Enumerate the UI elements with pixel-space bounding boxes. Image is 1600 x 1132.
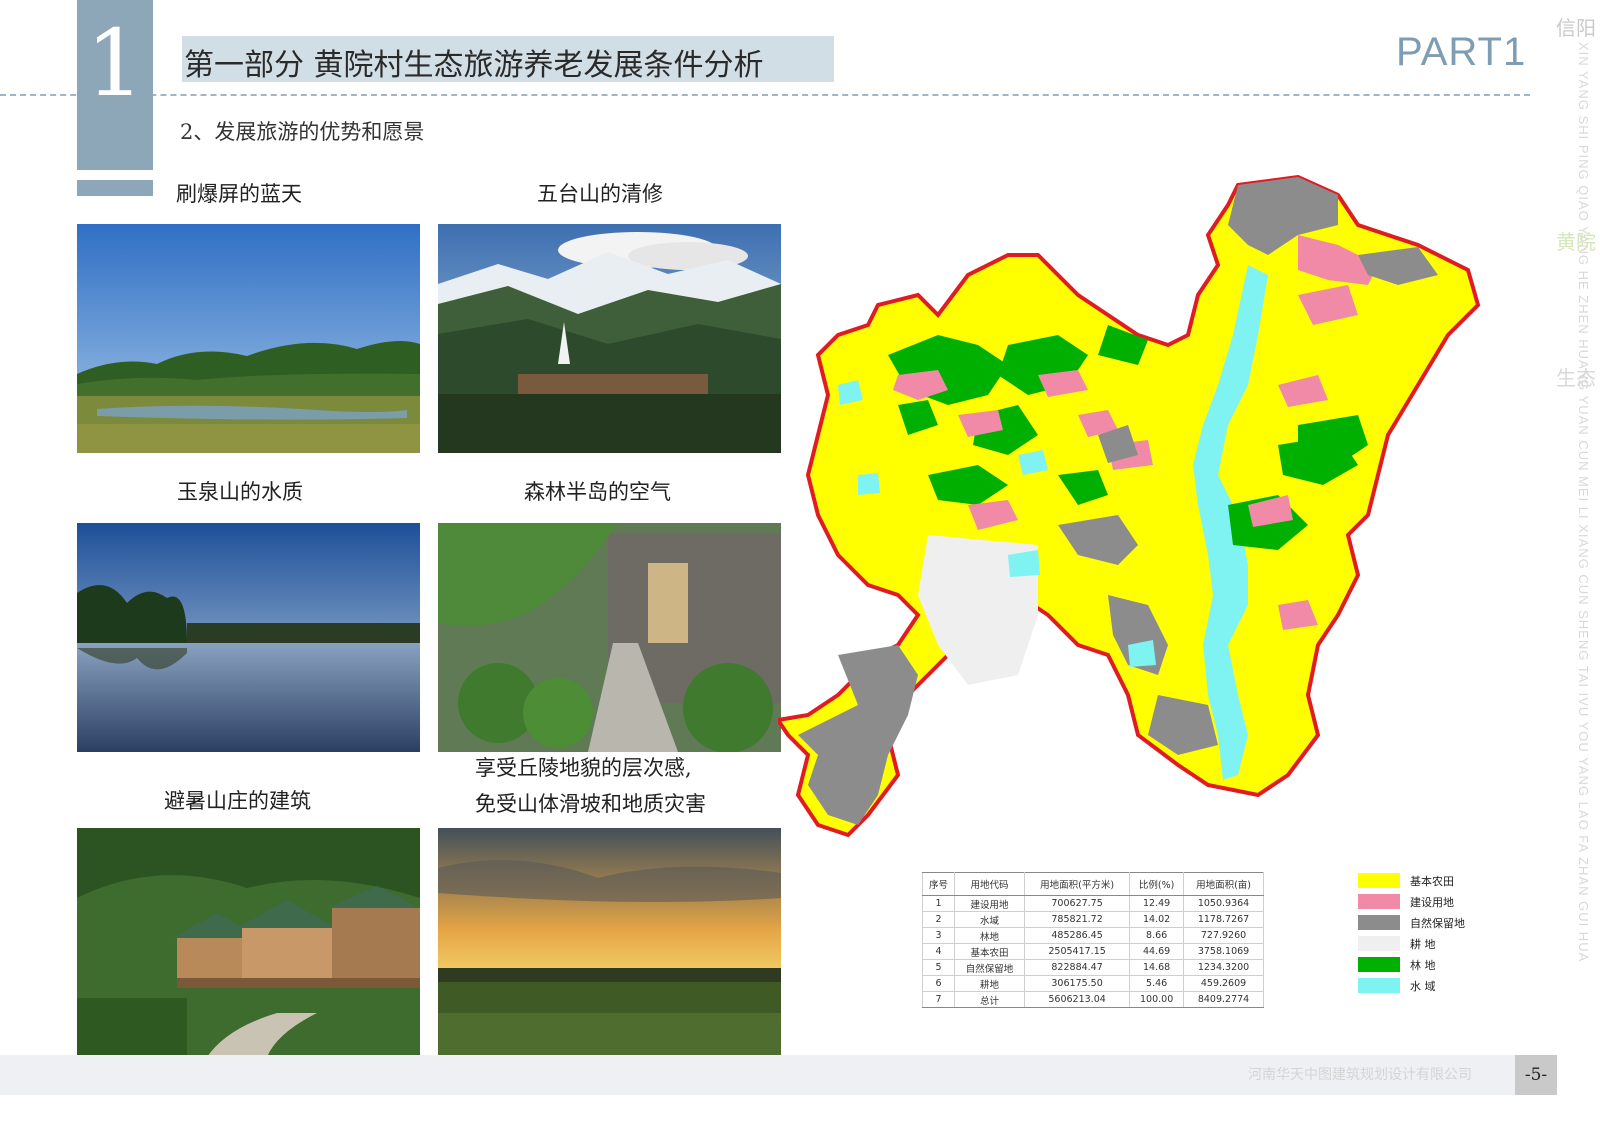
caption-blue-sky: 刷爆屏的蓝天 (176, 182, 302, 206)
table-cell: 8409.2774 (1183, 991, 1264, 1008)
caption-yuquan: 玉泉山的水质 (177, 480, 303, 504)
caption-wutai: 五台山的清修 (537, 182, 663, 206)
table-cell: 12.49 (1129, 895, 1185, 912)
table-cell: 5 (922, 959, 955, 976)
legend-label: 自然保留地 (1410, 916, 1465, 930)
table-cell: 水域 (954, 911, 1025, 928)
legend-item: 基本农田 (1358, 870, 1465, 891)
table-header-cell: 用地代码 (954, 872, 1025, 896)
table-cell: 822884.47 (1023, 959, 1131, 976)
table-header-cell: 序号 (922, 872, 955, 896)
header-dashed-line (0, 94, 1530, 96)
land-use-map (774, 174, 1503, 860)
footer-company: 河南华天中图建筑规划设计有限公司 (1248, 1067, 1472, 1083)
table-cell: 耕地 (954, 975, 1025, 992)
table-cell: 14.68 (1129, 959, 1185, 976)
legend-swatch (1358, 873, 1400, 888)
table-cell: 2 (922, 911, 955, 928)
table-cell: 100.00 (1129, 991, 1185, 1008)
legend-item: 耕 地 (1358, 933, 1465, 954)
legend-swatch (1358, 894, 1400, 909)
photo-summer-resort (77, 828, 420, 1057)
page-number: -5- (1515, 1055, 1557, 1095)
table-cell: 总计 (954, 991, 1025, 1008)
section-subheading: 2、发展旅游的优势和愿景 (180, 120, 425, 144)
legend-label: 林 地 (1410, 958, 1436, 972)
table-row: 7 总计 5606213.04 100.00 8409.2774 (922, 991, 1264, 1008)
table-header-cell: 比例(%) (1129, 872, 1185, 896)
section-number: 1 (85, 10, 145, 117)
table-cell: 306175.50 (1023, 975, 1131, 992)
photo-yuquan (77, 523, 420, 752)
section-accent-bar (77, 180, 153, 196)
table-cell: 14.02 (1129, 911, 1185, 928)
legend-item: 水 域 (1358, 975, 1465, 996)
legend-swatch (1358, 915, 1400, 930)
table-cell: 自然保留地 (954, 959, 1025, 976)
table-cell: 485286.45 (1023, 927, 1131, 944)
table-cell: 林地 (954, 927, 1025, 944)
table-cell: 基本农田 (954, 943, 1025, 960)
caption-forest: 森林半岛的空气 (524, 480, 671, 504)
table-cell: 1050.9364 (1183, 895, 1264, 912)
table-cell: 1234.3200 (1183, 959, 1264, 976)
table-row: 2 水域 785821.72 14.02 1178.7267 (922, 911, 1264, 928)
land-use-table: 序号 用地代码 用地面积(平方米) 比例(%) 用地面积(亩) 1 建设用地 7… (922, 872, 1264, 1008)
table-header-row: 序号 用地代码 用地面积(平方米) 比例(%) 用地面积(亩) (922, 872, 1264, 896)
legend-item: 建设用地 (1358, 891, 1465, 912)
legend-label: 基本农田 (1410, 874, 1454, 888)
table-row: 1 建设用地 700627.75 12.49 1050.9364 (922, 895, 1264, 912)
table-cell: 1 (922, 895, 955, 912)
legend-swatch (1358, 936, 1400, 951)
part-label: PART1 (1396, 30, 1527, 74)
side-text-top: 信阳 (1556, 16, 1596, 40)
table-cell: 700627.75 (1023, 895, 1131, 912)
map-legend: 基本农田 建设用地 自然保留地 耕 地 林 地 水 域 (1358, 870, 1465, 996)
table-cell: 5606213.04 (1023, 991, 1131, 1008)
photo-blue-sky (77, 224, 420, 453)
table-cell: 5.46 (1129, 975, 1185, 992)
table-cell: 459.2609 (1183, 975, 1264, 992)
table-header-cell: 用地面积(平方米) (1023, 872, 1131, 896)
table-cell: 2505417.15 (1023, 943, 1131, 960)
table-cell: 3 (922, 927, 955, 944)
caption-summer-resort: 避暑山庄的建筑 (164, 789, 311, 813)
table-row: 4 基本农田 2505417.15 44.69 3758.1069 (922, 943, 1264, 960)
table-cell: 727.9260 (1183, 927, 1264, 944)
caption-hills-line1: 享受丘陵地貌的层次感, (475, 756, 692, 780)
table-cell: 8.66 (1129, 927, 1185, 944)
legend-swatch (1358, 978, 1400, 993)
table-cell: 3758.1069 (1183, 943, 1264, 960)
table-cell: 4 (922, 943, 955, 960)
photo-forest (438, 523, 781, 752)
table-row: 6 耕地 306175.50 5.46 459.2609 (922, 975, 1264, 992)
legend-item: 自然保留地 (1358, 912, 1465, 933)
legend-label: 建设用地 (1410, 895, 1454, 909)
side-vertical-pinyin: XIN YANG SHI PING QIAO YANG HE ZHEN HUAN… (1576, 42, 1591, 963)
legend-label: 水 域 (1410, 979, 1436, 993)
table-cell: 建设用地 (954, 895, 1025, 912)
page-title: 第一部分 黄院村生态旅游养老发展条件分析 (184, 48, 764, 83)
legend-label: 耕 地 (1410, 937, 1436, 951)
caption-hills-line2: 免受山体滑坡和地质灾害 (475, 792, 706, 816)
table-row: 5 自然保留地 822884.47 14.68 1234.3200 (922, 959, 1264, 976)
table-row: 3 林地 485286.45 8.66 727.9260 (922, 927, 1264, 944)
photo-wutai (438, 224, 781, 453)
table-cell: 1178.7267 (1183, 911, 1264, 928)
table-header-cell: 用地面积(亩) (1183, 872, 1264, 896)
legend-item: 林 地 (1358, 954, 1465, 975)
table-cell: 6 (922, 975, 955, 992)
photo-sunset (438, 828, 781, 1057)
table-cell: 44.69 (1129, 943, 1185, 960)
table-cell: 785821.72 (1023, 911, 1131, 928)
table-cell: 7 (922, 991, 955, 1008)
legend-swatch (1358, 957, 1400, 972)
